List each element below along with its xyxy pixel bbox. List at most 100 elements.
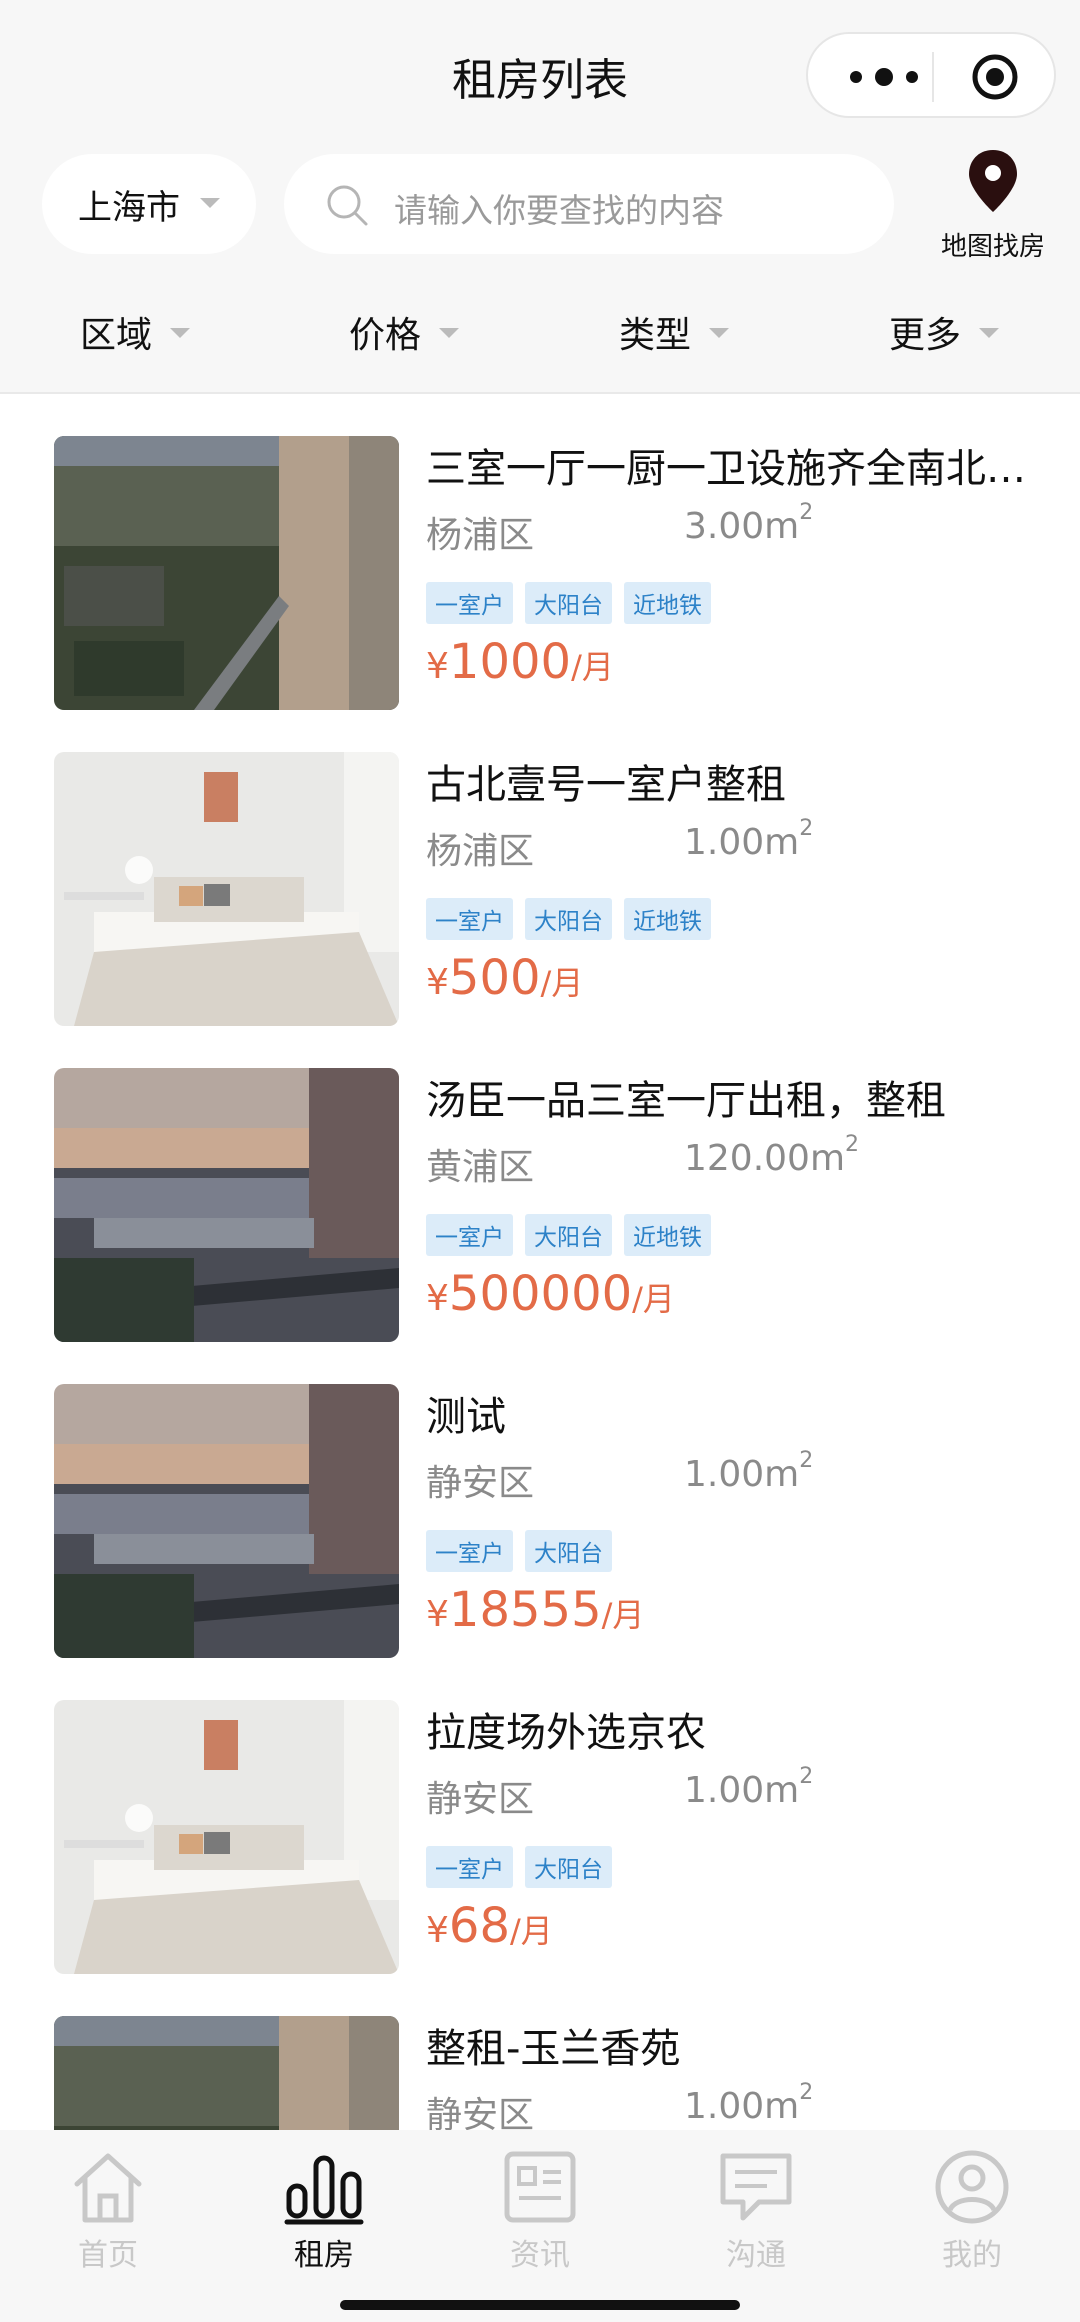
search-placeholder: 请输入你要查找的内容 [394,191,724,230]
price-value: 500000 [448,1266,633,1322]
feature-tag: 近地铁 [624,582,711,624]
price-unit: /月 [509,1912,553,1950]
chevron-down-icon [439,328,460,338]
listing-area-value: 1.00m [684,2086,800,2127]
tab-home[interactable]: 首页 [0,2148,216,2274]
bottom-tab-bar: 首页 租房 资讯 沟通 我的 [0,2130,1080,2322]
listing-tags: 一室户 大阳台 近地铁 [426,1214,711,1256]
tab-profile[interactable]: 我的 [864,2148,1080,2274]
listing-area: 120.00m2 [684,1132,859,1179]
chevron-down-icon [170,328,191,338]
listing-price: ¥18555/月 [426,1582,644,1638]
listing-price: ¥500000/月 [426,1266,675,1322]
area-unit-sup: 2 [799,1764,814,1789]
listing-card[interactable]: 拉度场外选京农 静安区 1.00m2 一室户 大阳台 ¥68/月 [0,1660,1080,1976]
tab-rent[interactable]: 租房 [216,2148,432,2274]
listing-photo [54,1700,399,1974]
aerial-city-photo [54,2016,399,2130]
close-target-icon[interactable] [970,52,1020,102]
top-nav-bar: 租房列表 [0,0,1080,140]
listing-area: 1.00m2 [684,816,813,863]
listing-area: 1.00m2 [684,1448,813,1495]
city-dusk-photo [54,1068,399,1342]
city-label: 上海市 [78,187,180,228]
price-unit: /月 [571,648,614,686]
filter-price[interactable]: 价格 [349,306,460,358]
price-unit: /月 [601,1596,645,1634]
listing-area-value: 1.00m [684,1454,800,1495]
listing-card[interactable]: 古北壹号一室户整租 杨浦区 1.00m2 一室户 大阳台 近地铁 ¥500/月 [0,712,1080,1028]
listing-area: 1.00m2 [684,2080,813,2127]
price-unit: /月 [540,964,584,1002]
listing-title: 三室一厅一厨一卫设施齐全南北通透 [426,446,1026,492]
listing-photo [54,2016,399,2130]
listing-tags: 一室户 大阳台 [426,1530,612,1572]
feature-tag: 大阳台 [525,1530,612,1572]
feature-tag: 一室户 [426,1530,513,1572]
listing-list: 三室一厅一厨一卫设施齐全南北通透 杨浦区 3.00m2 一室户 大阳台 近地铁 ¥1000/… [0,396,1080,2130]
chevron-down-icon [979,328,1000,338]
listing-area: 1.00m2 [684,1764,813,1811]
price-value: 1000 [448,634,572,690]
more-dots-icon[interactable] [844,60,924,94]
currency-symbol: ¥ [426,962,449,1003]
area-unit-sup: 2 [799,816,814,841]
listing-district: 杨浦区 [426,831,535,872]
listing-tags: 一室户 大阳台 近地铁 [426,898,711,940]
capsule-divider [932,52,934,102]
listing-title: 古北壹号一室户整租 [426,762,786,808]
map-find-label: 地图找房 [940,232,1045,262]
feature-tag: 一室户 [426,1846,513,1888]
feature-tag: 一室户 [426,1214,513,1256]
listing-title: 拉度场外选京农 [426,1710,706,1756]
listing-title: 整租-玉兰香苑 [426,2026,681,2072]
listing-card[interactable]: 测试 静安区 1.00m2 一室户 大阳台 ¥18555/月 [0,1344,1080,1660]
listing-district: 黄浦区 [426,1147,535,1188]
listing-card[interactable]: 三室一厅一厨一卫设施齐全南北通透 杨浦区 3.00m2 一室户 大阳台 近地铁 ¥1000/… [0,396,1080,712]
rental-list-page: 租房列表 上海市 请输入你要查找的内容 地图找房 区域 价格 类型 更多 三室一… [0,0,1080,2322]
search-icon [327,185,368,226]
filter-region[interactable]: 区域 [80,306,191,358]
listing-title: 测试 [426,1394,506,1440]
filter-more[interactable]: 更多 [889,306,1000,358]
profile-icon [935,2150,1009,2224]
tab-chat[interactable]: 沟通 [648,2148,864,2274]
feature-tag: 大阳台 [525,582,612,624]
feature-tag: 大阳台 [525,1214,612,1256]
filter-bar: 区域 价格 类型 更多 [0,270,1080,394]
chevron-down-icon [709,328,730,338]
listing-photo [54,752,399,1026]
currency-symbol: ¥ [426,1910,449,1951]
tab-news[interactable]: 资讯 [432,2148,648,2274]
feature-tag: 近地铁 [624,898,711,940]
listing-area-value: 120.00m [684,1138,846,1179]
currency-symbol: ¥ [426,646,449,687]
home-icon [74,2153,142,2223]
listing-price: ¥1000/月 [426,634,614,690]
listing-card[interactable]: 汤臣一品三室一厅出租，整租黄浦区 120.00m2 一室户 大阳台 近地铁 ¥500000… [0,1028,1080,1344]
area-unit-sup: 2 [799,500,814,525]
city-dusk-photo [54,1384,399,1658]
listing-area-value: 1.00m [684,822,800,863]
currency-symbol: ¥ [426,1594,449,1635]
listing-photo [54,436,399,710]
map-pin-icon [969,150,1017,212]
filter-type[interactable]: 类型 [619,306,730,358]
listing-area: 3.00m2 [684,500,813,547]
price-unit: /月 [632,1280,675,1318]
aerial-city-photo [54,436,399,710]
area-unit-sup: 2 [799,2080,814,2105]
feature-tag: 一室户 [426,898,513,940]
feature-tag: 大阳台 [525,1846,612,1888]
listing-title: 汤臣一品三室一厅出租，整租 [426,1078,946,1124]
chevron-down-icon [200,198,220,208]
listing-card[interactable]: 整租-玉兰香苑 静安区 1.00m2 [0,1976,1080,2130]
map-find-button[interactable]: 地图找房 [928,148,1058,268]
listing-area-value: 1.00m [684,1770,800,1811]
city-selector[interactable]: 上海市 [42,154,256,254]
search-input[interactable]: 请输入你要查找的内容 [284,154,894,254]
home-indicator [340,2300,740,2310]
listing-tags: 一室户 大阳台 近地铁 [426,582,711,624]
mini-program-capsule [806,32,1056,118]
listing-tags: 一室户 大阳台 [426,1846,612,1888]
